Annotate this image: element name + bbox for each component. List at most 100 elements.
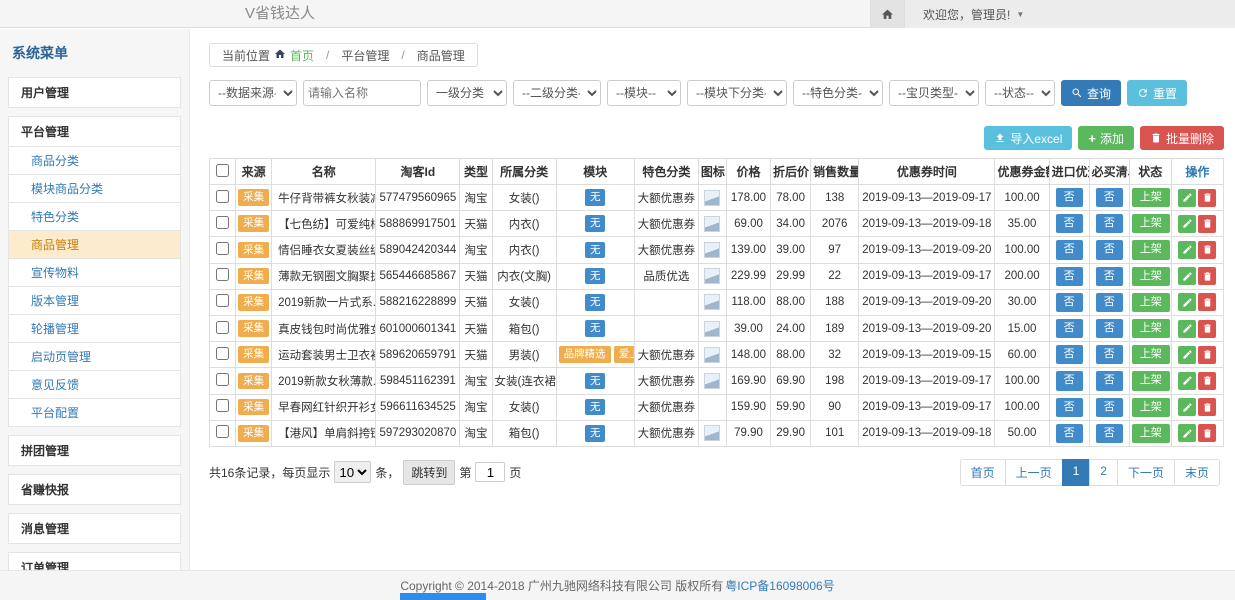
must-buy-toggle[interactable]: 否 (1096, 398, 1123, 417)
page-button[interactable]: 首页 (960, 459, 1006, 486)
sidebar-group-item[interactable]: 省赚快报 (8, 474, 181, 505)
must-buy-toggle[interactable]: 否 (1096, 188, 1123, 207)
add-button[interactable]: + 添加 (1078, 126, 1134, 150)
icp-link[interactable]: 粤ICP备16098006号 (725, 577, 834, 594)
edit-button[interactable] (1178, 267, 1196, 285)
level1-category-filter-select[interactable]: 一级分类 (427, 80, 507, 106)
search-button[interactable]: 查询 (1061, 80, 1121, 106)
import-select-toggle[interactable]: 否 (1056, 424, 1083, 443)
row-checkbox[interactable] (216, 347, 229, 360)
edit-button[interactable] (1178, 241, 1196, 259)
status-button[interactable]: 上架 (1132, 293, 1170, 312)
row-checkbox[interactable] (216, 321, 229, 334)
sidebar-sub-item[interactable]: 模块商品分类 (8, 174, 181, 203)
item-type-filter-select[interactable]: --宝贝类型-- (889, 80, 979, 106)
edit-button[interactable] (1178, 189, 1196, 207)
delete-button[interactable] (1198, 293, 1216, 311)
sidebar-group-item[interactable]: 用户管理 (8, 77, 181, 108)
page-button[interactable]: 2 (1089, 459, 1118, 486)
page-button[interactable]: 上一页 (1005, 459, 1063, 486)
import-select-toggle[interactable]: 否 (1056, 398, 1083, 417)
sidebar-sub-item[interactable]: 意见反馈 (8, 370, 181, 399)
must-buy-toggle[interactable]: 否 (1096, 424, 1123, 443)
page-button[interactable]: 末页 (1174, 459, 1220, 486)
delete-button[interactable] (1198, 189, 1216, 207)
delete-button[interactable] (1198, 267, 1216, 285)
row-checkbox[interactable] (216, 399, 229, 412)
status-button[interactable]: 上架 (1132, 240, 1170, 259)
delete-button[interactable] (1198, 215, 1216, 233)
home-button[interactable] (871, 0, 905, 28)
jump-button[interactable]: 跳转到 (403, 460, 455, 485)
row-checkbox[interactable] (216, 268, 229, 281)
module-subcategory-filter-select[interactable]: --模块下分类-- (687, 80, 787, 106)
batch-delete-button[interactable]: 批量删除 (1140, 126, 1224, 150)
delete-button[interactable] (1198, 372, 1216, 390)
edit-button[interactable] (1178, 424, 1196, 442)
status-button[interactable]: 上架 (1132, 424, 1170, 443)
delete-button[interactable] (1198, 320, 1216, 338)
sidebar-group-item[interactable]: 平台管理 (8, 116, 181, 147)
delete-button[interactable] (1198, 346, 1216, 364)
must-buy-toggle[interactable]: 否 (1096, 240, 1123, 259)
edit-button[interactable] (1178, 372, 1196, 390)
must-buy-toggle[interactable]: 否 (1096, 345, 1123, 364)
import-select-toggle[interactable]: 否 (1056, 345, 1083, 364)
must-buy-toggle[interactable]: 否 (1096, 267, 1123, 286)
reset-button[interactable]: 重置 (1127, 80, 1187, 106)
sidebar-group-item[interactable]: 拼团管理 (8, 435, 181, 466)
sidebar-group-item[interactable]: 订单管理 (8, 552, 181, 570)
row-checkbox[interactable] (216, 373, 229, 386)
edit-button[interactable] (1178, 293, 1196, 311)
sidebar-sub-item[interactable]: 商品分类 (8, 146, 181, 175)
status-button[interactable]: 上架 (1132, 398, 1170, 417)
import-select-toggle[interactable]: 否 (1056, 188, 1083, 207)
row-checkbox[interactable] (216, 294, 229, 307)
must-buy-toggle[interactable]: 否 (1096, 319, 1123, 338)
must-buy-toggle[interactable]: 否 (1096, 293, 1123, 312)
import-select-toggle[interactable]: 否 (1056, 319, 1083, 338)
status-button[interactable]: 上架 (1132, 345, 1170, 364)
feature-category-filter-select[interactable]: --特色分类-- (793, 80, 883, 106)
select-all-checkbox[interactable] (216, 164, 229, 177)
must-buy-toggle[interactable]: 否 (1096, 214, 1123, 233)
page-button[interactable]: 下一页 (1117, 459, 1175, 486)
status-button[interactable]: 上架 (1132, 319, 1170, 338)
edit-button[interactable] (1178, 215, 1196, 233)
import-select-toggle[interactable]: 否 (1056, 371, 1083, 390)
sidebar-sub-item[interactable]: 平台配置 (8, 398, 181, 427)
user-menu[interactable]: 欢迎您，管理员! ▼ (905, 0, 1235, 28)
sidebar-sub-item[interactable]: 版本管理 (8, 286, 181, 315)
module-filter-select[interactable]: --模块-- (607, 80, 681, 106)
row-checkbox[interactable] (216, 190, 229, 203)
delete-button[interactable] (1198, 424, 1216, 442)
delete-button[interactable] (1198, 241, 1216, 259)
must-buy-toggle[interactable]: 否 (1096, 371, 1123, 390)
breadcrumb-home-link[interactable]: 首页 (290, 47, 314, 64)
import-select-toggle[interactable]: 否 (1056, 293, 1083, 312)
edit-button[interactable] (1178, 346, 1196, 364)
data-source-filter-select[interactable]: --数据来源-- (209, 80, 297, 106)
edit-button[interactable] (1178, 320, 1196, 338)
sidebar-group-item[interactable]: 消息管理 (8, 513, 181, 544)
status-button[interactable]: 上架 (1132, 371, 1170, 390)
sidebar-sub-item[interactable]: 轮播管理 (8, 314, 181, 343)
status-filter-select[interactable]: --状态-- (985, 80, 1055, 106)
page-button[interactable]: 1 (1062, 459, 1091, 486)
row-checkbox[interactable] (216, 425, 229, 438)
breadcrumb-item-platform[interactable]: 平台管理 (329, 44, 401, 66)
level2-category-filter-select[interactable]: --二级分类-- (513, 80, 601, 106)
sidebar-sub-item[interactable]: 特色分类 (8, 202, 181, 231)
per-page-select[interactable]: 10 (334, 461, 371, 483)
status-button[interactable]: 上架 (1132, 214, 1170, 233)
sidebar-sub-item[interactable]: 启动页管理 (8, 342, 181, 371)
jump-page-input[interactable] (475, 462, 505, 482)
edit-button[interactable] (1178, 398, 1196, 416)
sidebar-sub-item[interactable]: 宣传物料 (8, 258, 181, 287)
import-select-toggle[interactable]: 否 (1056, 267, 1083, 286)
status-button[interactable]: 上架 (1132, 188, 1170, 207)
name-search-input[interactable] (303, 80, 421, 106)
delete-button[interactable] (1198, 398, 1216, 416)
import-select-toggle[interactable]: 否 (1056, 214, 1083, 233)
import-excel-button[interactable]: 导入excel (984, 126, 1072, 150)
